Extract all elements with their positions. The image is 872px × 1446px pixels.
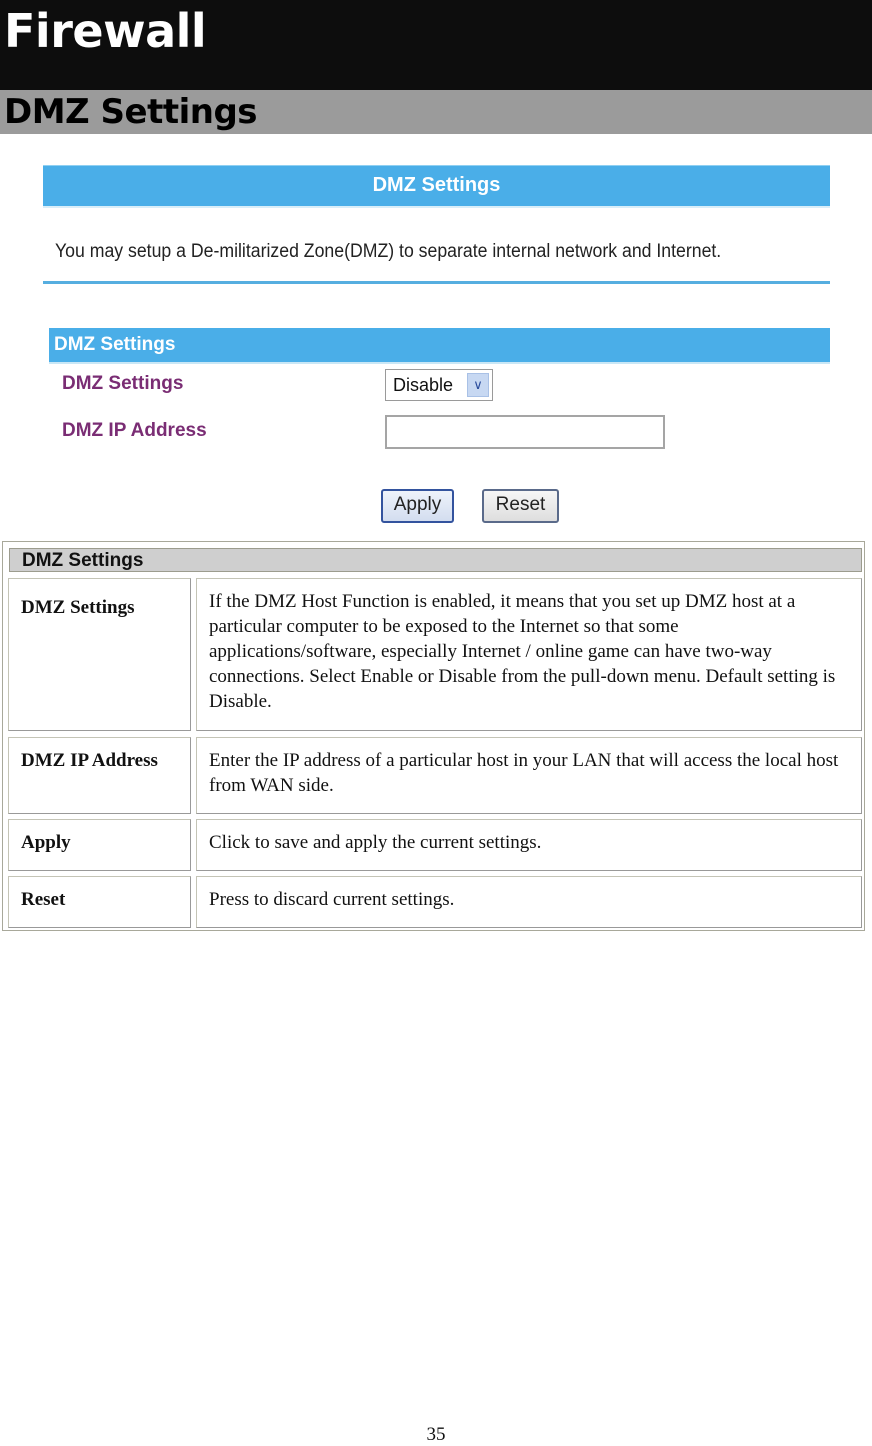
chapter-title: Firewall — [4, 4, 207, 58]
reset-button[interactable]: Reset — [482, 489, 559, 523]
term-text: DMZ Settings — [21, 597, 135, 618]
section-title: DMZ Settings — [4, 92, 258, 132]
divider — [43, 281, 830, 284]
section-header-title: DMZ Settings — [54, 334, 176, 355]
apply-button[interactable]: Apply — [381, 489, 454, 523]
table-row-description: If the DMZ Host Function is enabled, it … — [196, 578, 862, 731]
term-text: DMZ IP Address — [21, 750, 158, 771]
table-header: DMZ Settings — [9, 548, 862, 572]
router-header-bar: DMZ Settings — [43, 165, 830, 208]
table-row-term: DMZ Settings — [8, 578, 191, 731]
description-text: If the DMZ Host Function is enabled, it … — [209, 591, 836, 712]
table-row-description: Click to save and apply the current sett… — [196, 819, 862, 871]
section-header: DMZ Settings — [0, 90, 872, 134]
dmz-settings-label: DMZ Settings — [62, 373, 184, 394]
intro-text: You may setup a De-militarized Zone(DMZ)… — [55, 241, 722, 262]
table-row-description: Press to discard current settings. — [196, 876, 862, 928]
description-text: Press to discard current settings. — [209, 889, 455, 910]
table-row-description: Enter the IP address of a particular hos… — [196, 737, 862, 814]
description-text: Click to save and apply the current sett… — [209, 832, 542, 853]
section-header-bar: DMZ Settings — [49, 328, 830, 364]
dmz-settings-select[interactable]: Disable ∨ — [385, 369, 493, 401]
table-header-title: DMZ Settings — [22, 550, 144, 571]
chevron-down-icon[interactable]: ∨ — [467, 373, 489, 397]
chapter-header: Firewall — [0, 0, 872, 90]
term-text: Reset — [21, 889, 66, 910]
table-row-term: Reset — [8, 876, 191, 928]
description-table: DMZ Settings DMZ Settings If the DMZ Hos… — [2, 541, 865, 931]
table-row-term: Apply — [8, 819, 191, 871]
router-header-title: DMZ Settings — [372, 174, 501, 196]
dmz-settings-value: Disable — [393, 375, 454, 395]
router-ui-screenshot: DMZ Settings You may setup a De-militari… — [43, 163, 830, 528]
dmz-ip-input[interactable] — [385, 415, 665, 449]
dmz-ip-label: DMZ IP Address — [62, 420, 207, 441]
term-text: Apply — [21, 832, 71, 853]
description-text: Enter the IP address of a particular hos… — [209, 750, 839, 796]
table-row-term: DMZ IP Address — [8, 737, 191, 814]
